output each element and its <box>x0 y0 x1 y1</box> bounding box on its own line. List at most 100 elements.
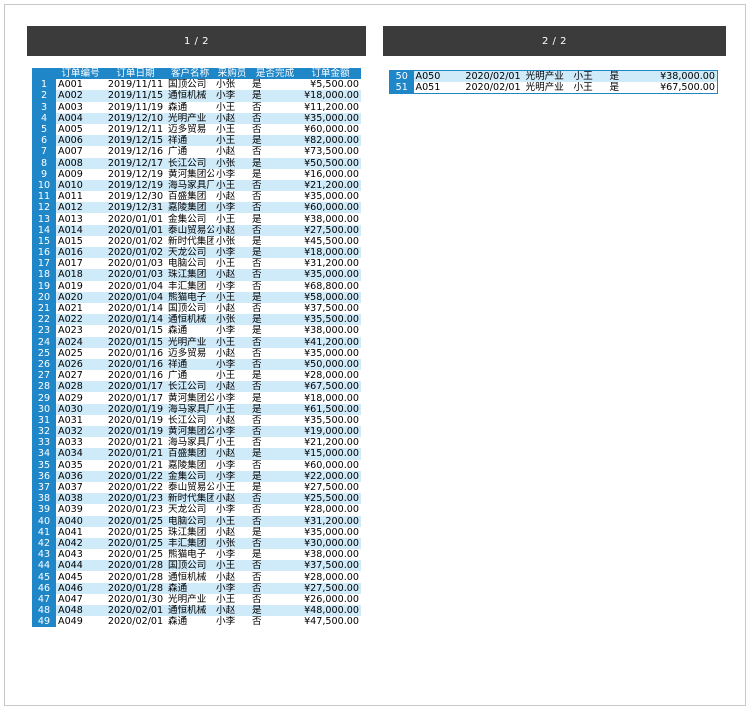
order-date-cell[interactable]: 2020/01/14 <box>105 302 166 315</box>
amount-cell[interactable]: ¥31,200.00 <box>300 515 361 527</box>
buyer-cell[interactable]: 小王 <box>214 123 250 136</box>
order-date-cell[interactable]: 2020/01/04 <box>105 291 166 303</box>
order-date-cell[interactable]: 2020/01/21 <box>105 437 166 449</box>
table-row[interactable]: 3 A003 2019/11/19 森通 小王否 ¥11,200.00 <box>32 101 361 113</box>
table-row[interactable]: 7 A007 2019/12/16 广通 小赵否 ¥73,500.00 <box>32 146 361 158</box>
buyer-cell[interactable]: 小王 <box>214 101 250 113</box>
table-row[interactable]: 48 A048 2020/02/01 通恒机械 小赵是 ¥48,000.00 <box>32 605 361 617</box>
buyer-cell[interactable]: 小王 <box>214 135 250 147</box>
completed-cell[interactable]: 是 <box>250 448 300 460</box>
buyer-cell[interactable]: 小赵 <box>214 112 250 124</box>
buyer-cell[interactable]: 小赵 <box>214 224 250 236</box>
order-date-cell[interactable]: 2020/01/14 <box>105 314 166 326</box>
buyer-cell[interactable]: 小张 <box>214 314 250 326</box>
order-id-cell[interactable]: A037 <box>56 481 105 494</box>
order-id-cell[interactable]: A051 <box>413 82 463 94</box>
table-row[interactable]: 31 A031 2020/01/19 长江公司 小赵否 ¥35,500.00 <box>32 414 361 426</box>
buyer-cell[interactable]: 小赵 <box>214 526 250 538</box>
buyer-cell[interactable]: 小李 <box>214 616 250 628</box>
customer-cell[interactable]: 森通 <box>166 582 214 594</box>
order-date-cell[interactable]: 2020/02/01 <box>105 616 166 628</box>
table-row[interactable]: 44 A044 2020/01/28 国顶公司 小王否 ¥37,500.00 <box>32 560 361 572</box>
customer-cell[interactable]: 光明产业 <box>166 336 214 348</box>
customer-cell[interactable]: 祥通 <box>166 358 214 371</box>
order-id-cell[interactable]: A031 <box>56 414 105 426</box>
completed-cell[interactable]: 否 <box>250 146 300 158</box>
customer-cell[interactable]: 祥通 <box>166 135 214 147</box>
amount-cell[interactable]: ¥35,500.00 <box>300 414 361 426</box>
buyer-cell[interactable]: 小赵 <box>214 302 250 315</box>
order-id-cell[interactable]: A015 <box>56 235 105 247</box>
customer-cell[interactable]: 金集公司 <box>166 470 214 482</box>
amount-cell[interactable]: ¥50,500.00 <box>300 157 361 169</box>
amount-cell[interactable]: ¥67,500.00 <box>300 381 361 393</box>
amount-cell[interactable]: ¥30,000.00 <box>300 537 361 550</box>
customer-cell[interactable]: 长江公司 <box>166 414 214 426</box>
buyer-cell[interactable]: 小王 <box>214 515 250 527</box>
order-id-cell[interactable]: A005 <box>56 123 105 136</box>
buyer-cell[interactable]: 小赵 <box>214 381 250 393</box>
order-id-cell[interactable]: A028 <box>56 381 105 393</box>
completed-cell[interactable]: 否 <box>250 493 300 505</box>
amount-cell[interactable]: ¥35,000.00 <box>300 269 361 281</box>
customer-cell[interactable]: 嘉陵集团 <box>166 202 214 214</box>
table-row[interactable]: 6 A006 2019/12/15 祥通 小王是 ¥82,000.00 <box>32 135 361 147</box>
customer-cell[interactable]: 丰汇集团 <box>166 280 214 292</box>
completed-cell[interactable]: 否 <box>250 269 300 281</box>
table-row[interactable]: 8 A008 2019/12/17 长江公司 小张是 ¥50,500.00 <box>32 157 361 169</box>
customer-cell[interactable]: 光明产业 <box>166 593 214 605</box>
order-date-cell[interactable]: 2020/01/28 <box>105 571 166 583</box>
completed-cell[interactable]: 否 <box>250 358 300 371</box>
buyer-cell[interactable]: 小赵 <box>214 146 250 158</box>
customer-cell[interactable]: 海马家具厂 <box>166 403 214 415</box>
amount-cell[interactable]: ¥61,500.00 <box>300 403 361 415</box>
customer-cell[interactable]: 国顶公司 <box>166 79 214 91</box>
amount-cell[interactable]: ¥58,000.00 <box>300 291 361 303</box>
order-id-cell[interactable]: A029 <box>56 392 105 404</box>
table-row[interactable]: 40 A040 2020/01/25 电脑公司 小王否 ¥31,200.00 <box>32 515 361 527</box>
order-id-cell[interactable]: A044 <box>56 560 105 572</box>
completed-cell[interactable]: 否 <box>250 537 300 550</box>
table-row[interactable]: 24 A024 2020/01/15 光明产业 小王否 ¥41,200.00 <box>32 336 361 348</box>
customer-cell[interactable]: 广通 <box>166 370 214 382</box>
table-row[interactable]: 35 A035 2020/01/21 嘉陵集团 小李否 ¥60,000.00 <box>32 459 361 471</box>
table-row[interactable]: 33 A033 2020/01/21 海马家具厂 小王否 ¥21,200.00 <box>32 437 361 449</box>
amount-cell[interactable]: ¥73,500.00 <box>300 146 361 158</box>
table-row[interactable]: 25 A025 2020/01/16 迈多贸易 小赵否 ¥35,000.00 <box>32 347 361 359</box>
completed-cell[interactable]: 否 <box>250 112 300 124</box>
customer-cell[interactable]: 珠江集团 <box>166 269 214 281</box>
table-row[interactable]: 41 A041 2020/01/25 珠江集团 小赵是 ¥35,000.00 <box>32 526 361 538</box>
order-date-cell[interactable]: 2020/01/17 <box>105 381 166 393</box>
customer-cell[interactable]: 百盛集团 <box>166 448 214 460</box>
customer-cell[interactable]: 通恒机械 <box>166 90 214 102</box>
amount-cell[interactable]: ¥48,000.00 <box>300 605 361 617</box>
customer-cell[interactable]: 新时代集团 <box>166 493 214 505</box>
column-header[interactable]: 是否完成 <box>250 68 300 80</box>
amount-cell[interactable]: ¥60,000.00 <box>300 459 361 471</box>
table-row[interactable]: 5 A005 2019/12/11 迈多贸易 小王否 ¥60,000.00 <box>32 123 361 136</box>
completed-cell[interactable]: 是 <box>607 82 658 94</box>
customer-cell[interactable]: 海马家具厂 <box>166 437 214 449</box>
buyer-cell[interactable]: 小王 <box>214 593 250 605</box>
amount-cell[interactable]: ¥37,500.00 <box>300 560 361 572</box>
customer-cell[interactable]: 黄河集团公 <box>166 426 214 438</box>
completed-cell[interactable]: 是 <box>250 168 300 180</box>
buyer-cell[interactable]: 小李 <box>214 582 250 594</box>
order-date-cell[interactable]: 2020/01/23 <box>105 493 166 505</box>
order-id-cell[interactable]: A050 <box>413 70 463 83</box>
completed-cell[interactable]: 是 <box>250 481 300 494</box>
order-id-cell[interactable]: A027 <box>56 370 105 382</box>
table-row[interactable]: 12 A012 2019/12/31 嘉陵集团 小李否 ¥60,000.00 <box>32 202 361 214</box>
completed-cell[interactable]: 否 <box>250 571 300 583</box>
order-id-cell[interactable]: A030 <box>56 403 105 415</box>
table-row[interactable]: 50 A050 2020/02/01 光明产业 小王是 ¥38,000.00 <box>389 70 718 83</box>
amount-cell[interactable]: ¥47,500.00 <box>300 616 361 628</box>
amount-cell[interactable]: ¥18,000.00 <box>300 90 361 102</box>
completed-cell[interactable]: 否 <box>250 191 300 203</box>
amount-cell[interactable]: ¥68,800.00 <box>300 280 361 292</box>
table-row[interactable]: 38 A038 2020/01/23 新时代集团 小赵否 ¥25,500.00 <box>32 493 361 505</box>
completed-cell[interactable]: 是 <box>250 470 300 482</box>
order-date-cell[interactable]: 2020/01/25 <box>105 515 166 527</box>
buyer-cell[interactable]: 小李 <box>214 426 250 438</box>
table-row[interactable]: 30 A030 2020/01/19 海马家具厂 小王是 ¥61,500.00 <box>32 403 361 415</box>
